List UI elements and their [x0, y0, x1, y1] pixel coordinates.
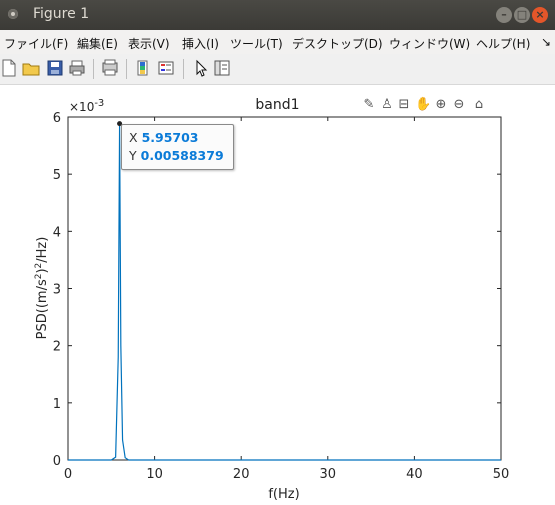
menu-tools[interactable]: ツール(T) [230, 35, 283, 52]
menu-desktop[interactable]: デスクトップ(D) [292, 35, 383, 52]
print-preview-icon[interactable] [101, 59, 119, 77]
menu-view[interactable]: 表示(V) [128, 35, 170, 52]
pointer-icon[interactable] [192, 59, 210, 77]
toolbar-separator [183, 59, 184, 79]
datatip-y-row: Y 0.00588379 [129, 147, 233, 165]
menu-help[interactable]: ヘルプ(H) [476, 35, 530, 52]
open-file-icon[interactable] [22, 59, 40, 77]
close-icon[interactable]: × [532, 7, 548, 23]
zoom-out-icon[interactable]: ⊖ [451, 97, 467, 115]
new-figure-icon[interactable] [0, 59, 18, 77]
window-titlebar: Figure 1 – □ × [0, 0, 555, 30]
datatip-x-label: X [129, 130, 138, 145]
datatip[interactable]: X 5.95703 Y 0.00588379 [121, 124, 234, 170]
datatip-x-value: 5.95703 [141, 130, 199, 145]
menu-bar: ファイル(F) 編集(E) 表示(V) 挿入(I) ツール(T) デスクトップ(… [0, 30, 555, 54]
maximize-icon[interactable]: □ [514, 7, 530, 23]
zoom-in-icon[interactable]: ⊕ [433, 97, 449, 115]
pan-hand-icon[interactable]: ✋ [415, 97, 431, 115]
colorbar-icon[interactable] [134, 59, 152, 77]
legend-icon[interactable] [157, 59, 175, 77]
menu-edit[interactable]: 編集(E) [77, 35, 118, 52]
home-icon[interactable]: ⌂ [471, 97, 487, 115]
save-icon[interactable] [46, 59, 64, 77]
menu-file[interactable]: ファイル(F) [4, 35, 68, 52]
menu-window[interactable]: ウィンドウ(W) [389, 35, 470, 52]
datatip-tool-icon[interactable]: ♙ [379, 97, 395, 115]
print-icon[interactable] [68, 59, 86, 77]
datatip-y-label: Y [129, 148, 137, 163]
toolbar-separator [93, 59, 94, 79]
datatip-y-value: 0.00588379 [140, 148, 224, 163]
property-editor-icon[interactable] [213, 59, 231, 77]
figure-toolbar [0, 54, 555, 85]
app-icon [8, 9, 18, 19]
menu-overflow-icon[interactable]: ↘ [541, 35, 551, 49]
minimize-icon[interactable]: – [496, 7, 512, 23]
figure-canvas [0, 85, 555, 505]
window-title: Figure 1 [33, 6, 90, 22]
datatip-x-row: X 5.95703 [129, 129, 233, 147]
pin-axes-icon[interactable]: ⊟ [396, 97, 412, 115]
toolbar-separator [126, 59, 127, 79]
brush-icon[interactable]: ✎ [361, 97, 377, 115]
menu-insert[interactable]: 挿入(I) [182, 35, 219, 52]
